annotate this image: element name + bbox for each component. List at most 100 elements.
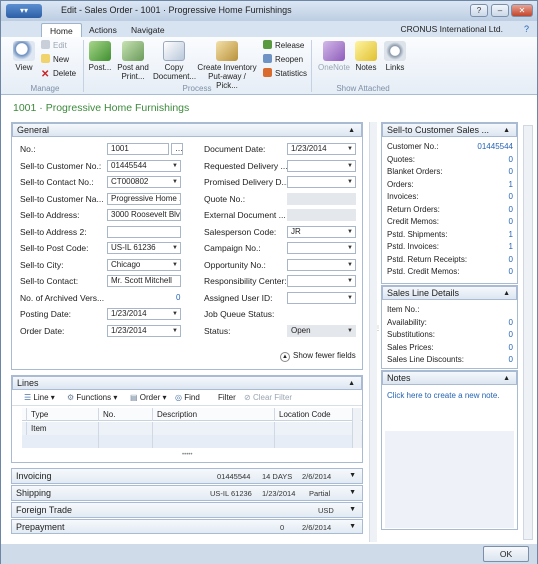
resize-grip[interactable]: ••••• [182,452,193,458]
field-input[interactable]: Progressive Home ... [107,192,181,205]
field-input[interactable] [287,209,356,221]
chevron-down-icon[interactable]: ▼ [347,177,353,187]
tab-navigate[interactable]: Navigate [123,23,173,37]
foreign-trade-fasttab[interactable]: Foreign Trade USD ▼ [11,502,363,518]
post-and-print-button[interactable]: Post and Print... [117,41,149,81]
field-input[interactable]: 01445544 ▼ [107,159,181,172]
invoicing-fasttab[interactable]: Invoicing 01445544 14 DAYS 2/6/2014 ▼ [11,468,363,484]
factbox-value[interactable]: 0 [509,191,513,203]
factbox-value[interactable]: 0 [509,204,513,216]
field-input[interactable]: Chicago ▼ [107,258,181,271]
table-row[interactable] [22,435,362,448]
field-input[interactable]: US-IL 61236 ▼ [107,242,181,254]
factbox-header[interactable]: Sell-to Customer Sales ... ▲ [382,123,517,137]
field-input[interactable]: Mr. Scott Mitchell [107,275,181,287]
field-input[interactable] [107,225,181,238]
help-icon[interactable]: ? [524,24,529,34]
chevron-down-icon[interactable]: ▼ [172,177,178,187]
create-inventory-button[interactable]: Create Inventory Put-away / Pick... [197,41,257,90]
assist-edit-button[interactable]: … [171,143,183,155]
chevron-down-icon[interactable]: ▼ [347,276,353,286]
chevron-down-icon[interactable]: ▼ [172,260,178,270]
chevron-down-icon[interactable]: ▼ [347,260,353,270]
field-input[interactable]: Open ▼ [287,324,356,337]
factbox-value[interactable]: 1 [509,229,513,241]
field-input[interactable]: ▼ [287,242,356,254]
copy-document-button[interactable]: Copy Document... [153,41,196,81]
view-button[interactable]: View [11,41,37,72]
reopen-button[interactable]: Reopen [263,53,303,67]
field-input[interactable]: ▼ [287,159,356,172]
factbox-scrollbar[interactable] [523,125,533,540]
factbox-value[interactable]: 0 [509,317,513,329]
column-no[interactable]: No. [98,408,152,421]
tab-home[interactable]: Home [41,23,82,37]
cell-no[interactable] [98,422,152,435]
chevron-down-icon[interactable]: ▼ [172,309,178,319]
order-menu-button[interactable]: ▤ Order ▾ [130,392,166,404]
filter-button[interactable]: Filter [218,392,236,404]
chevron-down-icon[interactable]: ▼ [172,326,178,336]
column-location-code[interactable]: Location Code [274,408,362,421]
field-input[interactable]: 1001 [107,143,169,155]
field-input[interactable]: 1/23/2014 ▼ [287,143,356,155]
chevron-down-icon[interactable]: ▼ [347,243,353,253]
app-menu-button[interactable]: ▾▾ [6,4,42,18]
field-input[interactable]: ▼ [287,258,356,271]
clear-filter-button[interactable]: ⊘ Clear Filter [244,392,292,404]
factbox-value[interactable]: 0 [509,342,513,354]
field-input[interactable]: ▼ [287,176,356,188]
chevron-down-icon[interactable]: ▼ [172,243,178,253]
prepayment-fasttab[interactable]: Prepayment 0 2/6/2014 ▼ [11,519,363,534]
functions-menu-button[interactable]: ⚙ Functions ▾ [67,392,117,404]
close-button[interactable]: ✕ [511,4,533,17]
field-input[interactable]: 1/23/2014 ▼ [107,308,181,320]
cell-location[interactable] [274,422,362,435]
lines-scrollbar[interactable] [352,408,361,448]
factbox-header[interactable]: Sales Line Details ▲ [382,286,517,300]
factbox-value[interactable]: 0 [509,254,513,266]
show-fewer-fields-button[interactable]: ▲ Show fewer fields [280,351,356,362]
chevron-down-icon[interactable]: ▼ [347,144,353,154]
ok-button[interactable]: OK [483,546,529,562]
factbox-header[interactable]: Notes ▲ [382,371,517,385]
field-input[interactable]: ▼ [287,291,356,304]
general-header[interactable]: General ▲ [12,123,362,137]
table-row[interactable]: Item [22,422,362,435]
chevron-down-icon[interactable]: ▼ [172,161,178,171]
column-type[interactable]: Type [26,408,98,421]
factbox-value[interactable]: 0 [509,166,513,178]
chevron-down-icon[interactable]: ▼ [347,227,353,237]
field-input[interactable]: 3000 Roosevelt Blvd. [107,209,181,221]
factbox-value[interactable]: 0 [509,154,513,166]
shipping-fasttab[interactable]: Shipping US-IL 61236 1/23/2014 Partial ▼ [11,485,363,501]
chevron-down-icon[interactable]: ▼ [347,161,353,171]
main-scrollbar[interactable] [369,122,377,542]
links-button[interactable]: Links [382,41,408,72]
tab-actions[interactable]: Actions [81,23,125,37]
column-description[interactable]: Description [152,408,274,421]
find-button[interactable]: ◎ Find [175,392,200,404]
chevron-down-icon[interactable]: ▼ [347,326,353,336]
statistics-button[interactable]: Statistics [263,67,307,81]
create-note-link[interactable]: Click here to create a new note. [387,391,500,400]
factbox-value[interactable]: 0 [509,354,513,366]
release-button[interactable]: Release [263,39,304,53]
post-button[interactable]: Post... [87,41,113,72]
delete-button[interactable]: ✕ Delete [41,67,76,81]
line-menu-button[interactable]: ☰ Line ▾ [24,392,55,404]
new-button[interactable]: New [41,53,69,67]
factbox-value[interactable]: 1 [509,241,513,253]
factbox-value[interactable]: 01445544 [477,141,513,153]
field-input[interactable]: JR ▼ [287,225,356,238]
factbox-value[interactable]: 0 [509,216,513,228]
cell-description[interactable] [152,422,274,435]
factbox-value[interactable]: 0 [509,266,513,278]
archived-versions-value[interactable]: 0 [176,293,180,302]
field-input[interactable] [287,192,356,205]
onenote-button[interactable]: OneNote [316,41,352,72]
minimize-button[interactable]: – [491,4,509,17]
chevron-down-icon[interactable]: ▼ [347,293,353,303]
field-input[interactable]: CT000802 ▼ [107,176,181,188]
edit-button[interactable]: Edit [41,39,67,53]
